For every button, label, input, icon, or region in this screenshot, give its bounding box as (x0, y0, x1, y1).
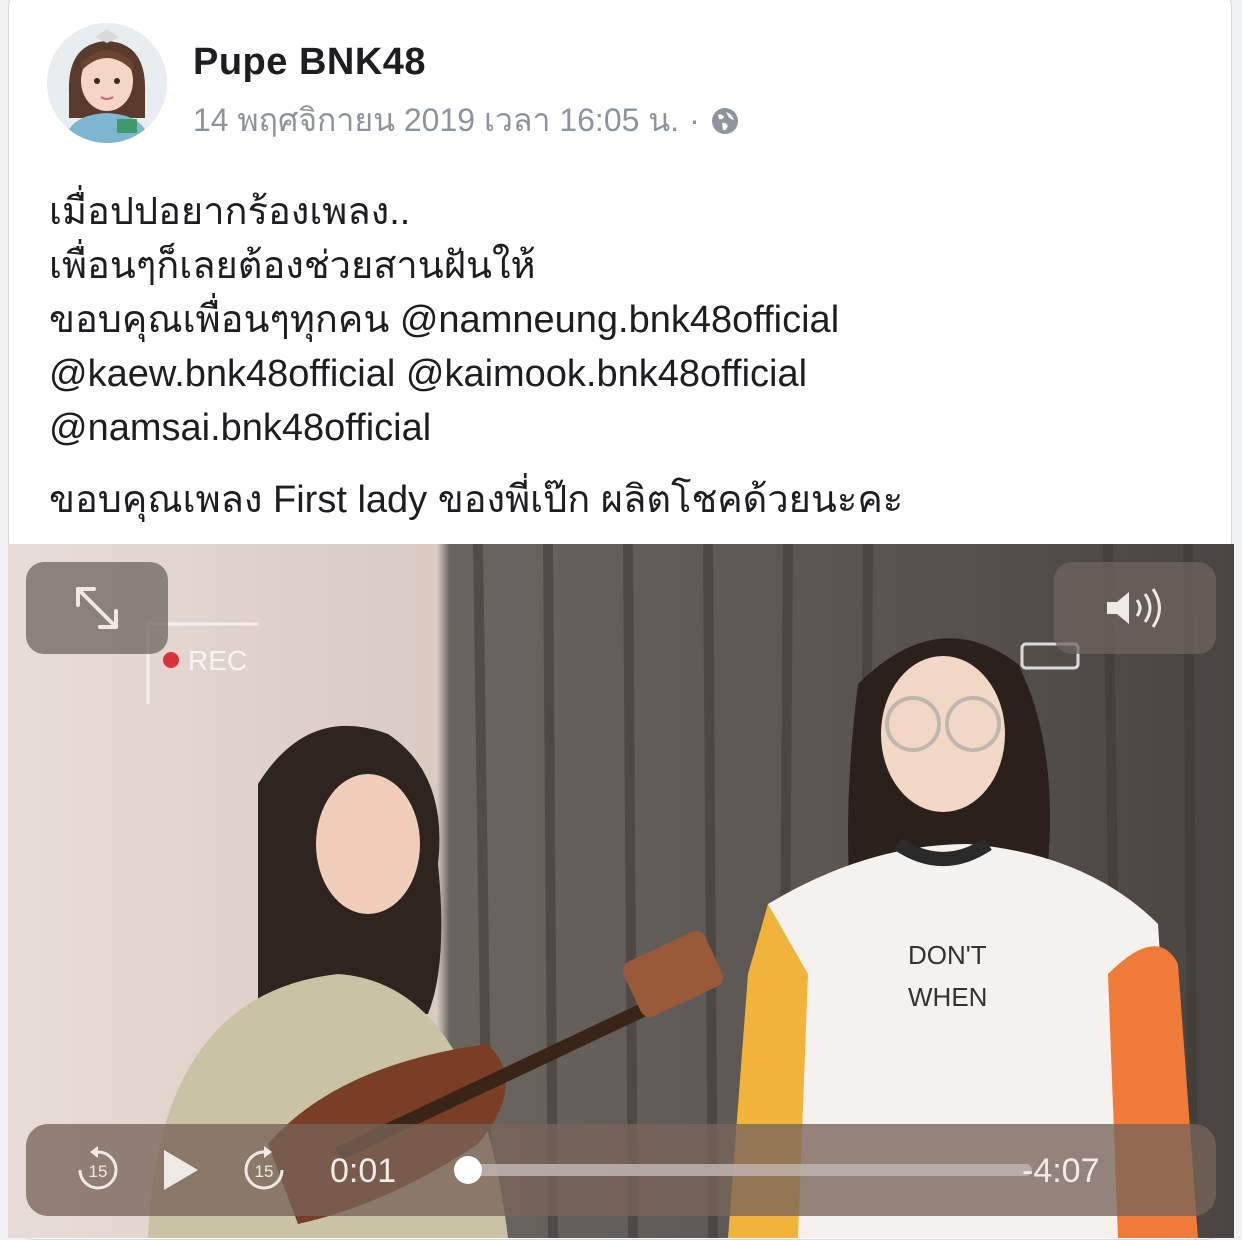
skip-forward-label: 15 (255, 1162, 274, 1181)
skip-forward-15-button[interactable]: 15 (236, 1142, 292, 1198)
fullscreen-button[interactable] (26, 562, 168, 654)
rec-label: REC (188, 645, 247, 676)
post-text-line: @namsai.bnk48official (49, 407, 432, 449)
skip-back-label: 15 (89, 1162, 108, 1181)
remaining-time: -4:07 (1022, 1152, 1100, 1190)
skip-back-15-button[interactable]: 15 (70, 1142, 126, 1198)
post-meta: 14 พฤศจิกายน 2019 เวลา 16:05 น. · (193, 95, 740, 146)
shirt-text: WHEN (908, 982, 987, 1012)
post-text-line: @kaew.bnk48official @kaimook.bnk48offici… (49, 353, 808, 395)
author-name[interactable]: Pupe BNK48 (193, 41, 426, 84)
volume-button[interactable] (1054, 562, 1216, 654)
avatar[interactable] (47, 23, 167, 143)
playback-controls: 15 15 0:01 -4:07 (26, 1124, 1216, 1216)
post-text-line: เพื่อนๆก็เลยต้องช่วยสานฝันให้ (49, 245, 536, 287)
post-text-line: เมื่อปปอยากร้องเพลง.. (49, 191, 411, 233)
play-button[interactable] (158, 1146, 202, 1194)
skip-back-15-icon: 15 (78, 1146, 118, 1190)
skip-forward-15-icon: 15 (244, 1146, 284, 1190)
post-closing-line: ขอบคุณเพลง First lady ของพี่เป๊ก ผลิตโชค… (49, 479, 904, 521)
play-icon (164, 1150, 198, 1190)
current-time: 0:01 (330, 1152, 397, 1190)
shirt-text: DON'T (908, 940, 987, 970)
progress-scrubber[interactable] (453, 1156, 482, 1184)
avatar-image (47, 23, 167, 143)
progress-track[interactable] (462, 1164, 1032, 1176)
globe-icon (711, 107, 738, 134)
volume-icon (1107, 588, 1161, 628)
post-text: เมื่อปปอยากร้องเพลง.. เพื่อนๆก็เลยต้องช่… (49, 185, 1199, 527)
expand-icon (76, 587, 118, 629)
post-timestamp[interactable]: 14 พฤศจิกายน 2019 เวลา 16:05 น. (193, 95, 679, 146)
meta-separator: · (689, 102, 700, 138)
post-text-line: ขอบคุณเพื่อนๆทุกคน @namneung.bnk48offici… (49, 299, 840, 341)
